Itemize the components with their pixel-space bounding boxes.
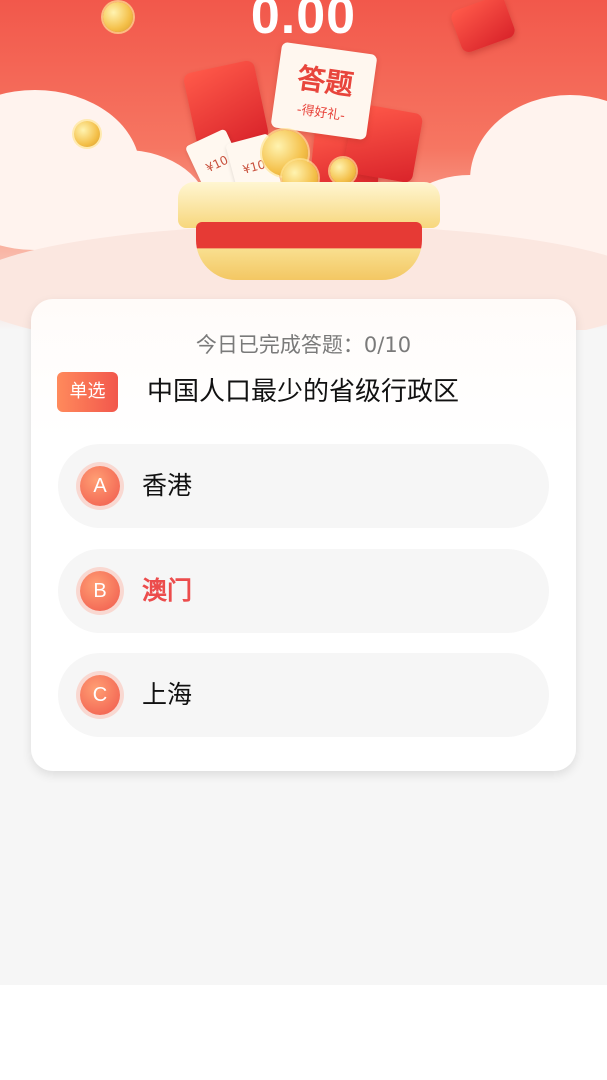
daily-progress-text: 今日已完成答题：0/10 <box>195 333 412 357</box>
question-text: 中国人口最少的省级行政区 <box>147 377 460 407</box>
balance-amount: 0.00 <box>250 0 357 45</box>
option-b-label: 澳门 <box>142 576 193 605</box>
option-b[interactable]: B 澳门 <box>58 549 549 633</box>
quiz-gift-ticket: 答题 -得好礼- <box>270 41 378 141</box>
quiz-card: 今日已完成答题：0/10 单选 中国人口最少的省级行政区 A 香港 B 澳门 C… <box>31 299 576 771</box>
option-b-letter: B <box>80 571 120 611</box>
option-c[interactable]: C 上海 <box>58 653 549 737</box>
coin-icon <box>330 158 356 184</box>
coupon-label: ¥10 <box>203 152 231 176</box>
option-c-label: 上海 <box>142 680 193 709</box>
coin-icon <box>74 121 100 147</box>
option-c-letter: C <box>80 675 120 715</box>
hero-banner: 答题 -得好礼- ¥10 ¥10 0.00 <box>0 0 607 330</box>
option-a-letter: A <box>80 466 120 506</box>
gift-basket-body <box>196 222 422 280</box>
option-a[interactable]: A 香港 <box>58 444 549 528</box>
question-type-badge: 单选 <box>57 372 118 412</box>
option-a-label: 香港 <box>142 471 193 500</box>
